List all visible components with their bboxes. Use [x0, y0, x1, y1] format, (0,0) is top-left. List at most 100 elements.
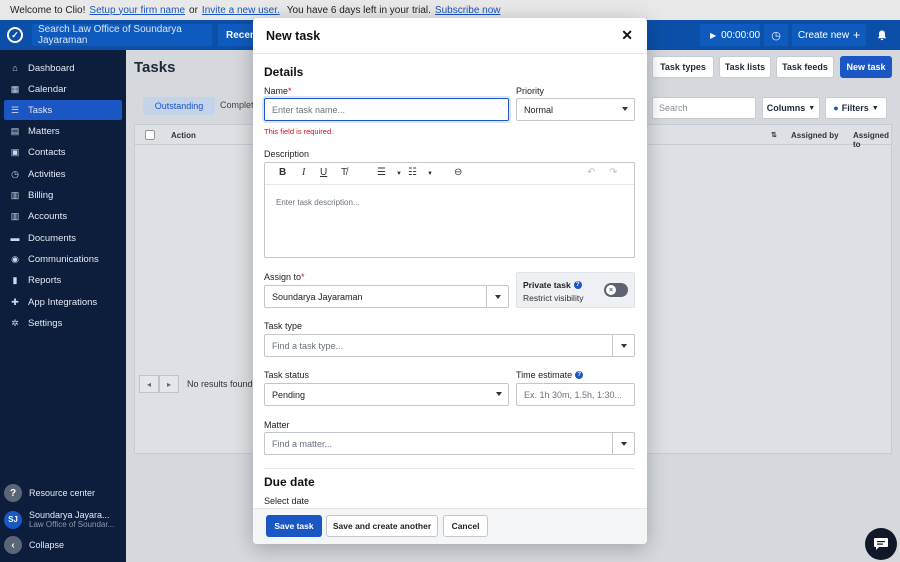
global-search[interactable]: Search Law Office of Soundarya Jayaraman [32, 24, 212, 46]
banner-or: or [189, 4, 198, 16]
collapse-button[interactable]: ‹ Collapse [4, 536, 64, 554]
ordered-list-icon[interactable]: ☰ [377, 167, 386, 178]
sidebar-item-dashboard[interactable]: ⌂ Dashboard [4, 58, 122, 78]
task-name-input[interactable]: Enter task name... [264, 98, 509, 121]
col-assigned-by: Assigned by [791, 131, 839, 140]
setup-firm-link[interactable]: Setup your firm name [89, 5, 185, 16]
puzzle-icon: ✚ [11, 296, 19, 307]
calendar-icon: ▦ [10, 83, 20, 94]
task-type-dropdown-toggle[interactable] [612, 335, 634, 356]
matter-label: Matter [264, 420, 290, 430]
sidebar-item-calendar[interactable]: ▦ Calendar [4, 79, 122, 99]
home-icon: ⌂ [12, 63, 18, 73]
task-search-input[interactable]: Search [652, 97, 756, 119]
question-icon[interactable]: ? [575, 371, 584, 379]
time-estimate-input[interactable]: Ex. 1h 30m, 1.5h, 1:30... [516, 383, 635, 406]
folder-icon: ▬ [10, 233, 20, 243]
close-icon[interactable]: ✕ [621, 27, 633, 44]
tab-outstanding[interactable]: Outstanding [143, 97, 215, 115]
matter-input[interactable]: Find a matter... [264, 432, 635, 455]
sidebar-item-settings[interactable]: ✲ Settings [4, 313, 122, 333]
plus-icon: + [853, 28, 861, 42]
recent-button[interactable]: Recent [218, 24, 259, 46]
caret-down-icon [621, 442, 627, 446]
sidebar-item-label: Tasks [28, 104, 53, 116]
bell-icon[interactable] [870, 24, 894, 46]
description-editor[interactable]: B I U T̸ ☰ ▼ ☷ ▼ ⊖ ↶ ↷ Enter task descri… [264, 162, 635, 258]
sidebar-item-communications[interactable]: ◉ Communications [4, 249, 122, 269]
sidebar-item-reports[interactable]: ▮ Reports [4, 270, 122, 290]
filters-button[interactable]: ● Filters ▼ [825, 97, 887, 119]
bullet-list-icon[interactable]: ☷ [408, 167, 417, 178]
briefcase-icon: ▤ [10, 125, 20, 136]
caret-down-icon: ▼ [871, 104, 879, 112]
columns-button[interactable]: Columns ▼ [762, 97, 820, 119]
col-assigned-to: Assigned to [853, 131, 890, 149]
sidebar-item-label: Billing [28, 189, 54, 201]
bold-icon[interactable]: B [279, 167, 286, 178]
new-task-modal: New task ✕ Details Name* Enter task name… [253, 18, 647, 544]
cancel-button[interactable]: Cancel [443, 515, 488, 537]
chevron-down-icon[interactable]: ▼ [396, 171, 402, 177]
invite-user-link[interactable]: Invite a new user. [202, 5, 280, 16]
clock-icon[interactable]: ◷ [764, 24, 788, 46]
task-types-button[interactable]: Task types [652, 56, 714, 78]
prev-page-button[interactable]: ◂ [139, 375, 159, 393]
sidebar-item-app-integrations[interactable]: ✚ App Integrations [4, 292, 122, 312]
sidebar-item-tasks[interactable]: ☰ Tasks [4, 100, 122, 120]
section-divider [264, 468, 635, 469]
save-task-button[interactable]: Save task [266, 515, 322, 537]
save-and-create-another-button[interactable]: Save and create another [326, 515, 438, 537]
link-icon[interactable]: ⊖ [454, 167, 462, 178]
sort-icon[interactable]: ⇅ [771, 131, 777, 139]
user-profile[interactable]: SJ Soundarya Jayara... Law Office of Sou… [4, 510, 114, 529]
new-task-button[interactable]: New task [840, 56, 892, 78]
task-type-input[interactable]: Find a task type... [264, 334, 635, 357]
gear-icon: ✲ [11, 317, 19, 328]
priority-select[interactable]: Normal [516, 98, 635, 121]
task-status-value: Pending [272, 389, 306, 400]
description-label: Description [264, 149, 310, 159]
chevron-down-icon[interactable]: ▼ [427, 171, 433, 177]
pagination: ◂ ▸ No results found [139, 375, 253, 393]
question-icon[interactable]: ? [573, 281, 582, 289]
subscribe-link[interactable]: Subscribe now [435, 5, 501, 16]
clio-logo[interactable]: ✓ [0, 20, 30, 50]
billing-icon: ▥ [10, 189, 20, 200]
task-lists-button[interactable]: Task lists [719, 56, 771, 78]
sidebar-item-matters[interactable]: ▤ Matters [4, 121, 122, 141]
italic-icon[interactable]: I [302, 167, 305, 178]
sidebar-item-contacts[interactable]: ▣ Contacts [4, 142, 122, 162]
page-title: Tasks [134, 59, 176, 76]
select-all-checkbox[interactable] [145, 130, 155, 140]
details-heading: Details [264, 65, 304, 79]
assign-value: Soundarya Jayaraman [272, 291, 363, 302]
create-new-button[interactable]: Create new + [792, 24, 866, 46]
sidebar-item-documents[interactable]: ▬ Documents [4, 228, 122, 248]
next-page-button[interactable]: ▸ [159, 375, 179, 393]
underline-icon[interactable]: U [320, 167, 327, 178]
matter-dropdown-toggle[interactable] [612, 433, 634, 454]
sidebar-item-accounts[interactable]: ▥ Accounts [4, 206, 122, 226]
sidebar-item-activities[interactable]: ◷ Activities [4, 164, 122, 184]
assign-label: Assign to* [264, 272, 305, 282]
task-status-label: Task status [264, 370, 310, 380]
assign-dropdown-toggle[interactable] [486, 286, 508, 307]
private-task-box: Private task ? Restrict visibility × [516, 272, 635, 308]
filter-icon: ● [833, 103, 839, 113]
priority-value: Normal [524, 104, 554, 115]
user-firm: Law Office of Soundar... [29, 520, 115, 529]
resource-center-link[interactable]: ? Resource center [4, 484, 95, 502]
redo-icon[interactable]: ↷ [609, 167, 617, 178]
name-error: This field is required. [264, 127, 334, 136]
task-feeds-button[interactable]: Task feeds [776, 56, 834, 78]
timer-button[interactable]: ▶ 00:00:00 [700, 24, 760, 46]
chat-support-button[interactable] [865, 528, 897, 560]
sidebar: ⌂ Dashboard ▦ Calendar ☰ Tasks ▤ Matters ▣ Co… [0, 50, 126, 562]
task-status-select[interactable]: Pending [264, 383, 509, 406]
sidebar-item-billing[interactable]: ▥ Billing [4, 185, 122, 205]
private-task-toggle[interactable]: × [604, 283, 628, 297]
assign-to-select[interactable]: Soundarya Jayaraman [264, 285, 509, 308]
clear-format-icon[interactable]: T̸ [341, 167, 347, 178]
undo-icon[interactable]: ↶ [587, 167, 595, 178]
